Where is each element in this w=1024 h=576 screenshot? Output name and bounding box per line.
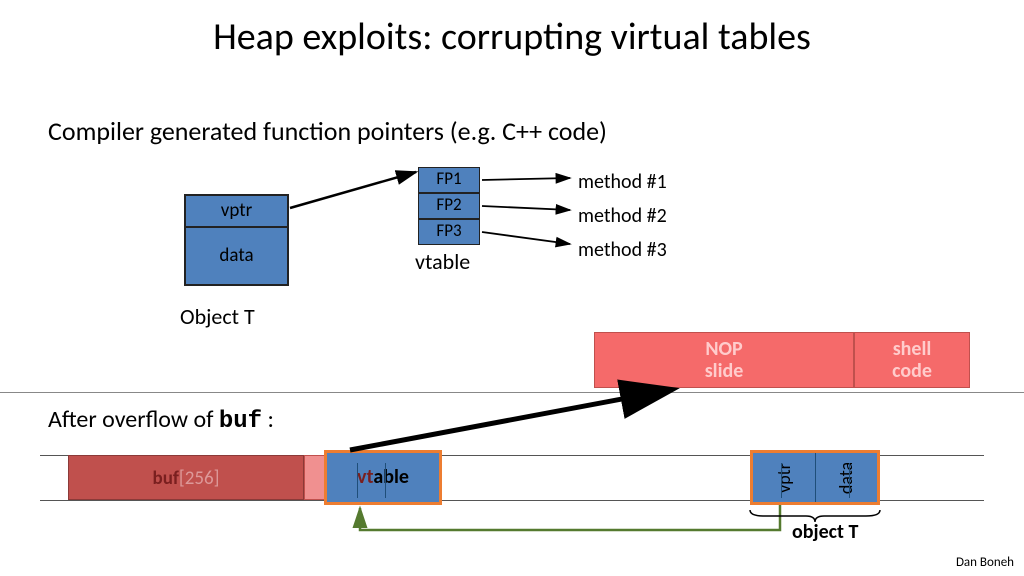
- method-2: method #2: [578, 199, 667, 233]
- slide-title: Heap exploits: corrupting virtual tables: [0, 14, 1024, 60]
- vtable-label: vtable: [415, 248, 470, 275]
- fp2-cell: FP2: [418, 193, 480, 219]
- nop-slide-segment: NOPslide: [594, 332, 854, 388]
- method-3: method #3: [578, 233, 667, 267]
- vptr-cell: vptr: [185, 195, 288, 227]
- buf-box: buf[256]: [68, 455, 304, 500]
- method-1: method #1: [578, 165, 667, 199]
- author-credit: Dan Boneh: [956, 555, 1014, 570]
- fp3-cell: FP3: [418, 219, 480, 245]
- data-cell: data: [185, 227, 288, 285]
- object-t-box: vptr data: [184, 194, 289, 286]
- shellcode-segment: shellcode: [854, 332, 970, 388]
- subtitle: Compiler generated function pointers (e.…: [48, 115, 607, 147]
- fp1-cell: FP1: [418, 167, 480, 193]
- after-overflow-text: After overflow of buf :: [48, 405, 274, 435]
- corrupted-vtable-box: vtable: [324, 450, 442, 505]
- object-t-label: Object T: [180, 303, 255, 330]
- vptr-after: vptr: [773, 463, 795, 493]
- object-t-after-label: object T: [792, 520, 858, 544]
- divider-line: [0, 392, 1024, 393]
- vtable-box: FP1 FP2 FP3: [418, 167, 480, 245]
- object-t-after-box: vptr data: [750, 450, 880, 505]
- method-labels: method #1 method #2 method #3: [578, 165, 667, 267]
- shellcode-box: NOPslide shellcode: [594, 332, 970, 388]
- data-after: data: [835, 461, 857, 493]
